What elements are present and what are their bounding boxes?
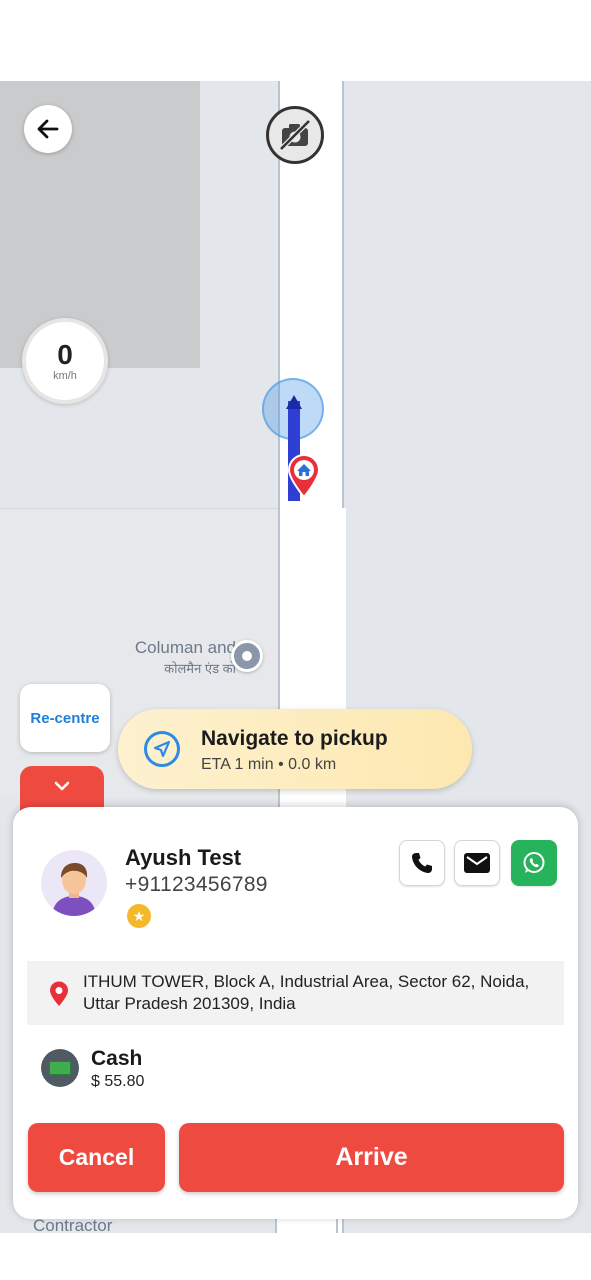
cash-icon: [41, 1049, 79, 1087]
app-screen: Columan and कोलमैन एंड को Contractor 0 k…: [0, 0, 591, 1280]
star-icon: ★: [127, 904, 151, 928]
chevron-down-icon: [54, 781, 70, 791]
poi-name-english: Columan and: [134, 638, 236, 657]
navigation-arrow-icon: [144, 731, 180, 767]
arrow-left-icon: [37, 119, 59, 139]
pickup-address-row: ITHUM TOWER, Block A, Industrial Area, S…: [27, 961, 564, 1025]
whatsapp-button[interactable]: [511, 840, 557, 886]
pickup-home-pin-icon: [287, 454, 321, 499]
camera-off-icon: [279, 119, 311, 151]
poi-marker-icon[interactable]: [231, 640, 263, 672]
poi-name-hindi: कोलमैन एंड को: [164, 661, 236, 676]
nav-distance: 0.0 km: [288, 756, 337, 773]
payment-method: Cash: [91, 1047, 143, 1070]
speedometer: 0 km/h: [22, 318, 108, 404]
mail-icon: [464, 853, 490, 873]
poi-label: Columan and कोलमैन एंड को: [100, 637, 236, 679]
rider-avatar: [41, 850, 107, 916]
arrive-button[interactable]: Arrive: [179, 1123, 564, 1192]
nav-separator: •: [278, 756, 284, 773]
rider-name: Ayush Test: [125, 845, 242, 870]
speed-unit: km/h: [53, 370, 77, 382]
back-button[interactable]: [24, 105, 72, 153]
location-pin-icon: [50, 981, 68, 1006]
speed-value: 0: [57, 339, 73, 370]
navigate-to-pickup-banner[interactable]: Navigate to pickup ETA 1 min • 0.0 km: [118, 709, 472, 789]
nav-title: Navigate to pickup: [201, 727, 388, 750]
pickup-address: ITHUM TOWER, Block A, Industrial Area, S…: [83, 972, 530, 1013]
message-button[interactable]: [454, 840, 500, 886]
rider-phone: +91123456789: [125, 873, 268, 896]
call-button[interactable]: [399, 840, 445, 886]
trip-details-sheet: Ayush Test +91123456789 ★ ITHUM TOWER, B…: [13, 807, 578, 1219]
fare-amount: $ 55.80: [91, 1073, 145, 1090]
cancel-button[interactable]: Cancel: [28, 1123, 165, 1192]
recentre-button[interactable]: Re-centre: [20, 684, 110, 752]
nav-eta: ETA 1 min: [201, 756, 274, 773]
camera-toggle-button[interactable]: [266, 106, 324, 164]
nav-eta-distance: ETA 1 min • 0.0 km: [201, 756, 336, 774]
direction-arrow-icon: [286, 395, 302, 409]
person-avatar-icon: [52, 863, 96, 916]
phone-icon: [412, 853, 432, 873]
whatsapp-icon: [523, 852, 545, 873]
